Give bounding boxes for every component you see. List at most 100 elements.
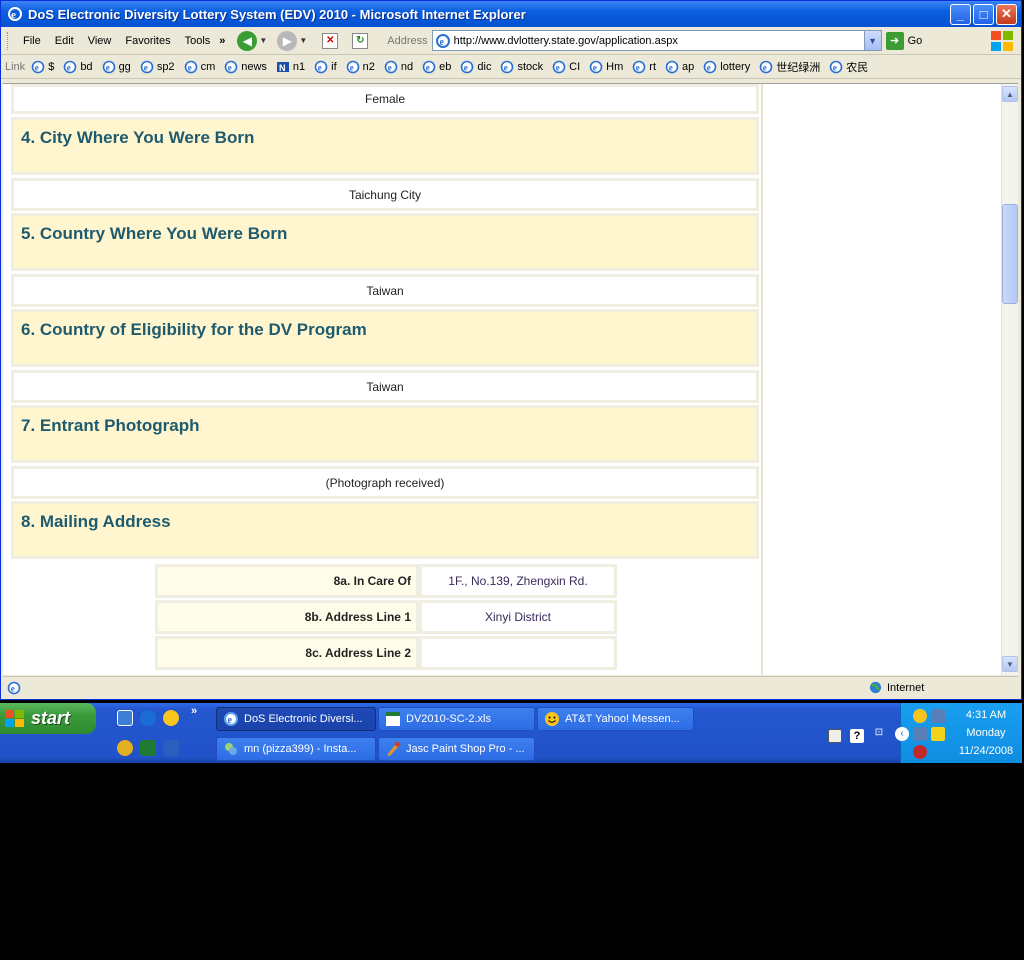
back-dropdown-icon[interactable]: ▼ <box>259 36 267 45</box>
link-item[interactable]: e dic <box>460 60 491 74</box>
link-item[interactable]: e if <box>314 60 337 74</box>
link-item[interactable]: e gg <box>102 60 131 74</box>
back-arrow-icon[interactable]: ◀ <box>237 30 258 51</box>
tray-expand-icon[interactable]: ‹ <box>895 727 909 741</box>
address-url[interactable]: http://www.dvlottery.state.gov/applicati… <box>454 35 864 47</box>
svg-text:e: e <box>35 62 39 72</box>
quicklaunch-word-icon[interactable] <box>163 740 179 756</box>
link-item[interactable]: e bd <box>63 60 93 74</box>
forward-arrow-icon[interactable]: ▶ <box>277 30 298 51</box>
address-bar[interactable]: e http://www.dvlottery.state.gov/applica… <box>431 30 882 51</box>
link-item[interactable]: e 世纪绿洲 <box>759 59 820 75</box>
link-ie-icon: e <box>64 60 77 73</box>
svg-text:e: e <box>228 715 233 726</box>
link-label: 世纪绿洲 <box>776 61 821 74</box>
page-viewport[interactable]: Female 4. City Where You Were Born Taich… <box>3 83 1018 675</box>
link-label: news <box>241 60 267 73</box>
link-label: stock <box>517 60 544 73</box>
task-label: Jasc Paint Shop Pro - ... <box>406 743 525 755</box>
quicklaunch-settings-icon[interactable] <box>117 710 133 726</box>
link-ie-icon: e <box>102 60 115 73</box>
tray-warning-icon[interactable] <box>931 727 945 741</box>
menu-view[interactable]: View <box>81 35 119 47</box>
help-icon[interactable]: ? <box>850 729 864 743</box>
link-item[interactable]: e eb <box>422 60 451 74</box>
menu-tools[interactable]: Tools <box>178 35 218 47</box>
address-dropdown-icon[interactable]: ▼ <box>863 31 881 50</box>
link-label: Hm <box>606 60 624 73</box>
page-ie-icon: e <box>435 33 450 48</box>
minimize-button[interactable]: _ <box>950 3 971 25</box>
toolbar-grip[interactable] <box>7 31 10 50</box>
link-item[interactable]: e CI <box>552 60 580 74</box>
link-item[interactable]: e $ <box>31 60 54 74</box>
question-8-row: 8. Mailing Address <box>11 501 759 559</box>
menu-favorites[interactable]: Favorites <box>118 35 177 47</box>
link-label: $ <box>48 60 55 73</box>
clock-time[interactable]: 4:31 AM <box>951 709 1021 721</box>
link-item[interactable]: e 农民 <box>829 59 868 75</box>
link-item[interactable]: e cm <box>184 60 215 74</box>
vertical-scrollbar[interactable]: ▲ ▼ <box>1001 84 1018 675</box>
link-item[interactable]: e ap <box>665 60 694 74</box>
link-item[interactable]: e rt <box>632 60 656 74</box>
quicklaunch-overflow[interactable]: » <box>191 705 197 717</box>
link-label: gg <box>118 60 131 73</box>
svg-text:e: e <box>439 37 444 48</box>
quicklaunch-excel-icon[interactable] <box>140 740 156 756</box>
link-ie-icon: e <box>422 60 436 73</box>
close-button[interactable]: ✕ <box>996 3 1017 25</box>
scroll-down-icon[interactable]: ▼ <box>1002 656 1018 672</box>
link-item[interactable]: e lottery <box>703 60 750 74</box>
svg-text:e: e <box>388 62 392 72</box>
refresh-icon[interactable]: ↻ <box>352 32 369 49</box>
task-paint-shop-pro[interactable]: Jasc Paint Shop Pro - ... <box>378 737 535 761</box>
question-5-title: 5. Country Where You Were Born <box>14 216 756 268</box>
menu-edit[interactable]: Edit <box>48 35 81 47</box>
link-item[interactable]: Nn1 <box>276 60 305 74</box>
links-label: Link <box>5 60 26 73</box>
svg-text:e: e <box>556 62 560 72</box>
forward-dropdown-icon[interactable]: ▼ <box>299 36 307 45</box>
title-bar[interactable]: e DoS Electronic Diversity Lottery Syste… <box>1 1 1021 27</box>
address-8c-value <box>422 639 614 667</box>
task-label: AT&T Yahoo! Messen... <box>565 713 680 725</box>
link-item[interactable]: e Hm <box>589 60 623 74</box>
question-4-title: 4. City Where You Were Born <box>14 120 756 172</box>
task-yahoo-messenger[interactable]: AT&T Yahoo! Messen... <box>537 707 694 731</box>
link-item[interactable]: e news <box>224 60 267 74</box>
quicklaunch-ie-icon[interactable] <box>140 710 156 726</box>
task-excel-file[interactable]: DV2010-SC-2.xls <box>378 707 535 731</box>
task-instant-messenger[interactable]: mn (pizza399) - Insta... <box>216 737 376 761</box>
stop-icon[interactable]: ✕ <box>322 32 339 49</box>
link-item[interactable]: e stock <box>500 60 543 74</box>
scroll-up-icon[interactable]: ▲ <box>1002 86 1018 102</box>
task-ie-window[interactable]: e DoS Electronic Diversi... <box>216 707 376 731</box>
quicklaunch-norton-icon[interactable] <box>117 740 133 756</box>
status-page-icon: e <box>7 681 21 694</box>
maximize-button[interactable]: □ <box>973 3 994 25</box>
tray-network2-icon[interactable] <box>913 727 927 741</box>
svg-text:e: e <box>669 62 673 72</box>
menu-file[interactable]: File <box>16 35 48 47</box>
tray-network-icon[interactable] <box>931 709 945 723</box>
address-8c-row: 8c. Address Line 2 <box>155 636 617 670</box>
tray-shield-icon[interactable] <box>913 745 927 759</box>
quicklaunch-messenger-icon[interactable] <box>163 710 179 726</box>
keyboard-icon[interactable] <box>828 729 842 743</box>
language-bar-icon[interactable]: ⊡ <box>872 727 886 741</box>
menu-overflow-chevron[interactable]: » <box>219 35 225 47</box>
address-8a-value: 1F., No.139, Zhengxin Rd. <box>422 567 614 595</box>
window-title: DoS Electronic Diversity Lottery System … <box>28 6 526 22</box>
go-button[interactable]: ➜ Go <box>885 31 922 50</box>
scroll-thumb[interactable] <box>1002 204 1018 304</box>
ie-window: e DoS Electronic Diversity Lottery Syste… <box>0 0 1022 700</box>
excel-icon <box>386 712 400 726</box>
tray-messenger-icon[interactable] <box>913 709 927 723</box>
link-item[interactable]: e sp2 <box>140 60 175 74</box>
start-button[interactable]: start <box>0 703 96 734</box>
link-item[interactable]: e n2 <box>346 60 375 74</box>
link-ie-icon: e <box>461 60 474 73</box>
question-6-answer-row: Taiwan <box>11 370 759 403</box>
link-item[interactable]: e nd <box>384 60 413 74</box>
